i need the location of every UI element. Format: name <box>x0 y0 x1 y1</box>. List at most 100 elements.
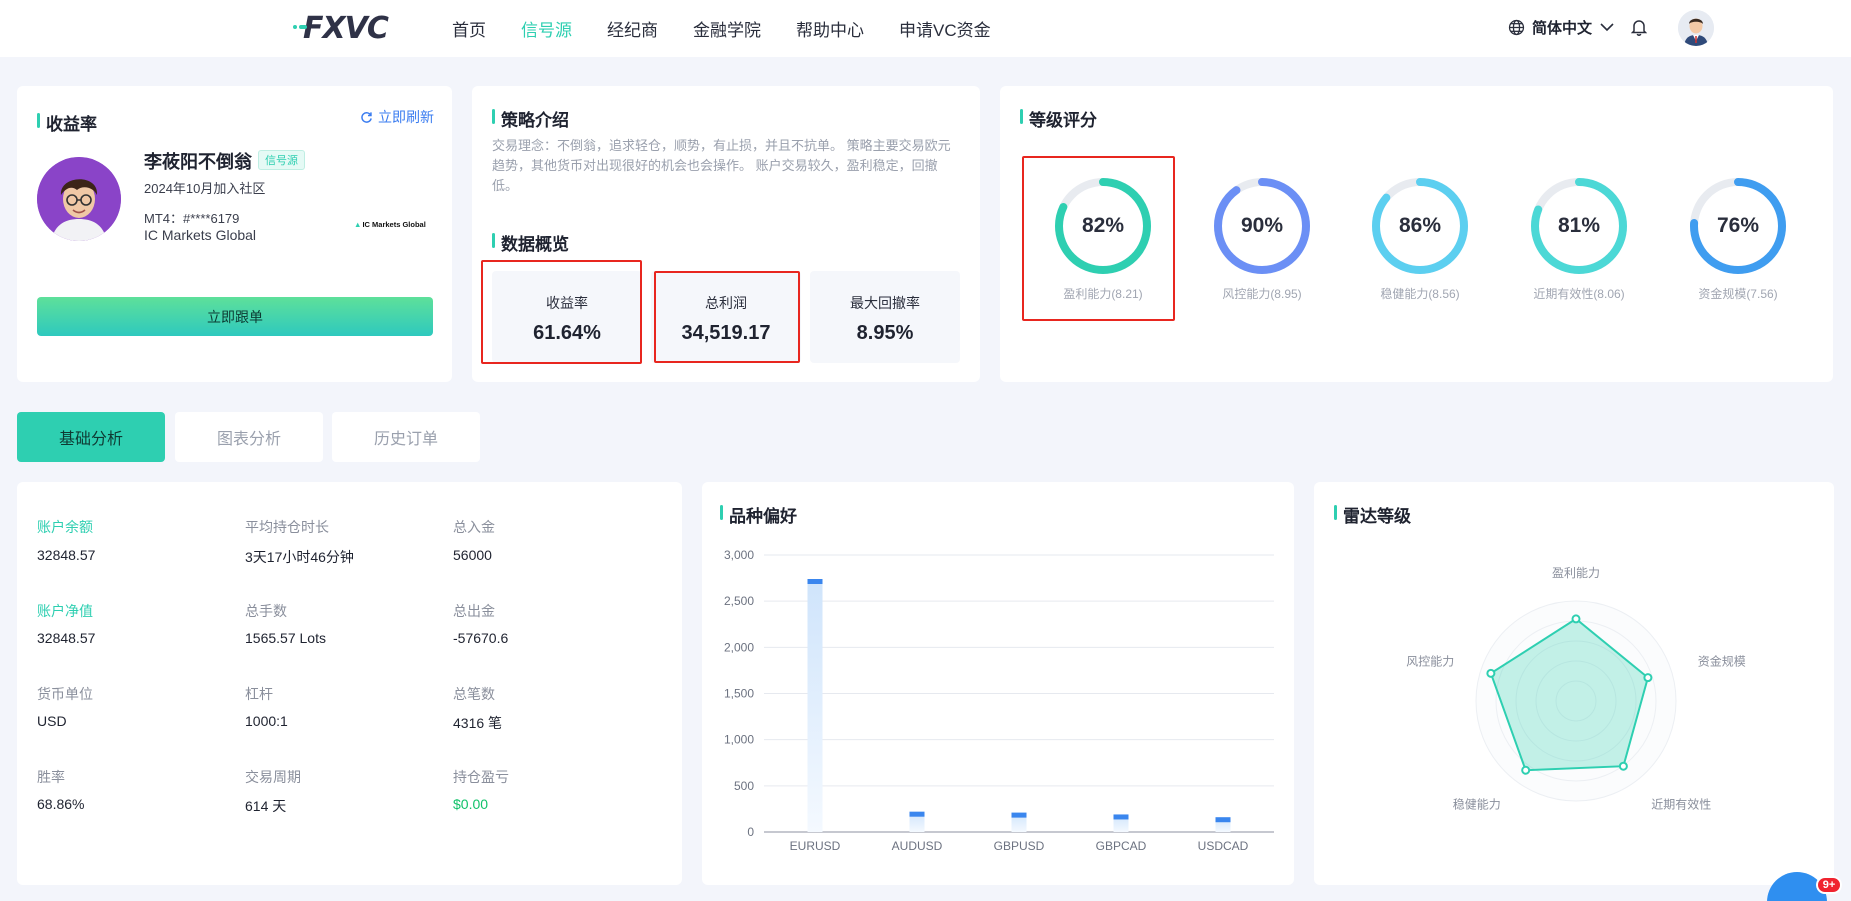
stat-item-value: 3天17小时46分钟 <box>245 549 354 565</box>
profile-card: 收益率 立即刷新 李莜阳不倒翁 信号源 2024年10月加入社区 MT4：#**… <box>17 86 452 382</box>
stat-label: 收益率 <box>546 295 588 311</box>
language-selector[interactable]: 简体中文 <box>1508 17 1621 38</box>
broker-name: IC Markets Global <box>144 227 257 243</box>
rating-title: 等级评分 <box>1020 106 1097 131</box>
stat-item-label: 总笔数 <box>453 686 495 702</box>
radar-point <box>1521 765 1531 775</box>
ring-percent: 90% <box>1240 214 1284 237</box>
refresh-icon <box>361 111 372 123</box>
stat-item-value: 1000:1 <box>245 713 288 729</box>
stat-item-label: 平均持仓时长 <box>245 519 329 535</box>
rating-ring: 90% <box>1212 176 1312 276</box>
x-tick-label: GBPUSD <box>994 839 1045 853</box>
stat-item-value: 68.86% <box>37 796 85 812</box>
stat-item-value: -57670.6 <box>453 630 509 646</box>
radar-point <box>1571 614 1581 624</box>
y-tick-label: 1,500 <box>724 687 754 701</box>
top-header: FXVC 首页 信号源 经纪商 金融学院 帮助中心 申请VC资金 简体中文 <box>0 0 1851 57</box>
y-tick-label: 2,500 <box>724 594 754 608</box>
stat-item-label: 总手数 <box>245 603 287 619</box>
strategy-description: 交易理念：不倒翁，追求轻仓，顺势，有止损，并且不抗单。 策略主要交易欧元趋势，其… <box>492 138 951 193</box>
nav-home[interactable]: 首页 <box>452 16 486 41</box>
rating-card: 等级评分 82% 盈利能力(8.21) 90% 风控能力(8.95) 86% 稳健能力(8… <box>1000 86 1833 382</box>
globe-icon <box>1508 19 1525 36</box>
mt4-account: MT4：#****6179 <box>144 211 240 226</box>
bar-cap <box>1011 812 1027 818</box>
language-label: 简体中文 <box>1532 20 1593 37</box>
nav-brokers[interactable]: 经纪商 <box>607 16 658 41</box>
rating-ring: 82% <box>1053 176 1153 276</box>
profile-card-title: 收益率 <box>37 110 97 135</box>
stat-item-value: $0.00 <box>453 796 489 812</box>
user-avatar[interactable] <box>1678 10 1714 46</box>
stat-item-label: 账户余额 <box>37 519 93 535</box>
y-tick-label: 0 <box>747 825 754 839</box>
fxvc-logo[interactable]: FXVC <box>293 10 389 46</box>
chevron-down-icon <box>1600 23 1614 32</box>
trader-name: 李莜阳不倒翁 <box>144 152 252 172</box>
nav-help[interactable]: 帮助中心 <box>796 16 864 41</box>
radar-chart: 盈利能力资金规模近期有效性 稳健能力 风控能力 <box>1406 566 1746 812</box>
tab-history-orders[interactable]: 历史订单 <box>332 412 480 462</box>
ring-label: 盈利能力(8.21) <box>1063 287 1143 301</box>
ring-percent: 86% <box>1398 214 1442 237</box>
symbol-preference-card: 品种偏好 0 500 1,000 1,500 2,000 2,500 3,000 EURUSD… <box>702 482 1294 885</box>
stat-item-value: USD <box>37 713 67 729</box>
stat-value: 34,519.17 <box>681 322 771 344</box>
joined-date: 2024年10月加入社区 <box>144 181 266 196</box>
stat-item-label: 货币单位 <box>37 686 93 702</box>
stat-item-value: 4316 笔 <box>453 715 503 731</box>
y-tick-label: 3,000 <box>724 548 754 562</box>
radar-axis-label: 近期有效性 <box>1651 797 1711 812</box>
radar-axis-label: 稳健能力 <box>1453 797 1501 812</box>
stat-item-value: 32848.57 <box>37 630 96 646</box>
y-tick-label: 2,000 <box>724 640 754 654</box>
bar-cap <box>807 579 823 585</box>
tab-basic-analysis[interactable]: 基础分析 <box>17 412 165 462</box>
follow-button[interactable]: 立即跟单 <box>37 297 433 336</box>
nav-signals[interactable]: 信号源 <box>521 16 572 41</box>
x-tick-label: USDCAD <box>1198 839 1249 853</box>
strategy-card: 策略介绍 交易理念：不倒翁，追求轻仓，顺势，有止损，并且不抗单。 策略主要交易欧… <box>472 86 980 382</box>
stat-label: 总利润 <box>705 295 747 311</box>
stat-item-label: 账户净值 <box>37 603 93 619</box>
chat-unread-badge: 9+ <box>1816 876 1842 894</box>
logo-speed-lines <box>293 25 307 31</box>
trader-avatar <box>37 157 121 241</box>
ring-label: 近期有效性(8.06) <box>1533 287 1625 301</box>
x-tick-label: GBPCAD <box>1096 839 1147 853</box>
ring-label: 稳健能力(8.56) <box>1380 287 1460 301</box>
stat-item-label: 杠杆 <box>245 686 273 702</box>
rating-ring: 76% <box>1688 176 1788 276</box>
stat-item-value: 1565.57 Lots <box>245 630 326 646</box>
stat-value: 61.64% <box>533 322 601 344</box>
refresh-button[interactable]: 立即刷新 <box>360 107 434 127</box>
bar-cap <box>1113 814 1129 820</box>
stat-item-label: 交易周期 <box>245 769 301 785</box>
rating-ring: 86% <box>1370 176 1470 276</box>
y-tick-label: 1,000 <box>724 733 754 747</box>
stat-label: 最大回撤率 <box>850 295 920 311</box>
bell-icon[interactable] <box>1631 18 1647 36</box>
stat-item-label: 总入金 <box>453 519 495 535</box>
radar-card: 雷达等级 盈利能力 资金规模 近期有效性 稳健能力 风控能力 <box>1314 482 1834 885</box>
symbol-preference-chart: 0 500 1,000 1,500 2,000 2,500 3,000 EURUSD AUDUS… <box>724 548 1274 853</box>
broker-logo-text: IC Markets Global <box>362 219 426 229</box>
tab-chart-analysis[interactable]: 图表分析 <box>175 412 323 462</box>
nav-apply-vc[interactable]: 申请VC资金 <box>899 16 991 41</box>
ring-percent: 76% <box>1716 214 1760 237</box>
stat-item-label: 持仓盈亏 <box>453 769 509 785</box>
ring-label: 风控能力(8.95) <box>1222 287 1302 301</box>
ring-label: 资金规模(7.56) <box>1698 287 1778 301</box>
data-overview-title: 数据概览 <box>492 230 569 255</box>
strategy-title: 策略介绍 <box>492 106 569 131</box>
radar-point <box>1486 668 1496 678</box>
radar-axis-label: 盈利能力 <box>1552 566 1600 580</box>
radar-axis-label: 风控能力 <box>1406 654 1454 668</box>
signal-source-badge: 信号源 <box>258 150 305 170</box>
radar-axis-label: 资金规模 <box>1698 653 1746 668</box>
nav-academy[interactable]: 金融学院 <box>693 16 761 41</box>
stat-item-label: 总出金 <box>453 603 495 619</box>
stat-item-label: 胜率 <box>37 769 65 785</box>
logo-text: FXVC <box>303 10 389 46</box>
